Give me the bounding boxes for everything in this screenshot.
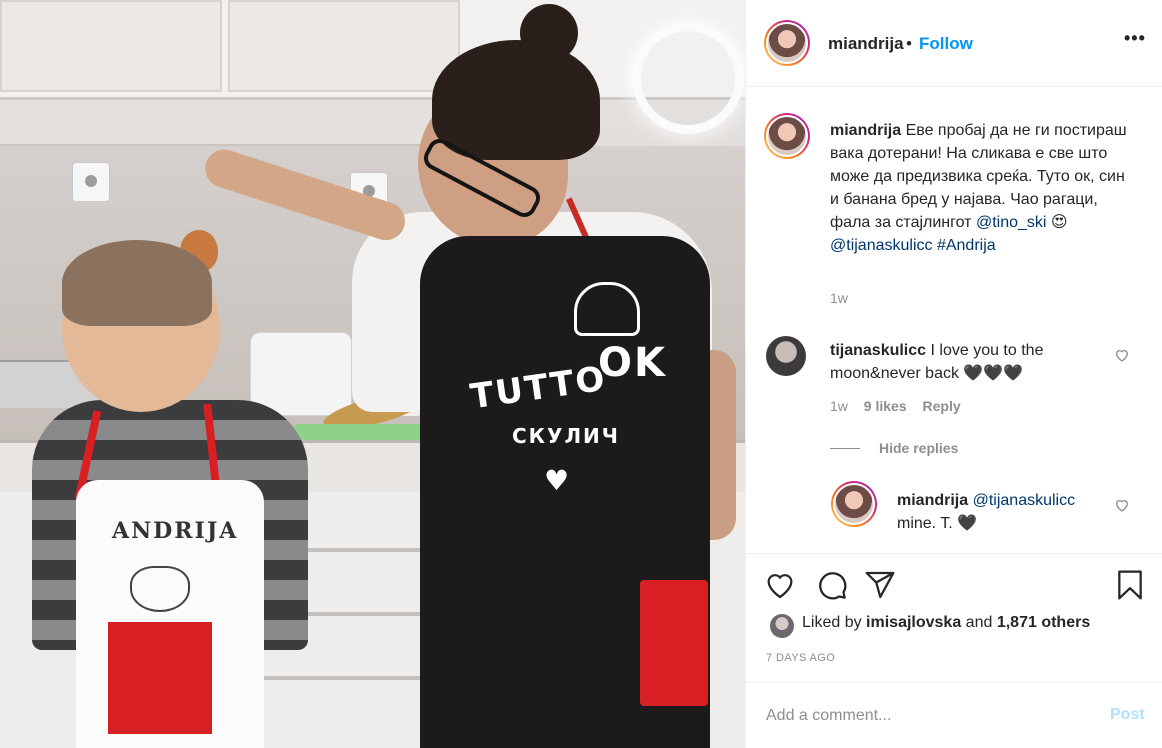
mention-link[interactable]: @tijanaskulicc [830, 237, 933, 254]
share-icon[interactable] [864, 569, 896, 601]
like-reply-icon[interactable] [1114, 497, 1130, 513]
reply: miandrija @tijanaskulicc mine. T. 🖤 [897, 489, 1117, 535]
post-timestamp[interactable]: 7 DAYS AGO [766, 652, 835, 664]
apron-pocket [640, 580, 708, 706]
caption-username[interactable]: miandrija [830, 122, 901, 139]
mention-link[interactable]: @tino_ski [976, 214, 1047, 231]
avatar[interactable] [766, 336, 806, 376]
apron-text: СКУЛИЧ [512, 424, 620, 448]
comment-input[interactable] [766, 703, 1086, 729]
mention-link[interactable]: @tijanaskulicc [973, 492, 1076, 509]
ring-light [632, 22, 744, 134]
likes-and: and [965, 614, 993, 631]
follow-button[interactable]: Follow [919, 34, 973, 54]
separator-dot: • [906, 34, 912, 53]
author-username[interactable]: miandrija [828, 34, 904, 54]
woman-hair [432, 40, 600, 160]
range-hood [0, 100, 430, 146]
comment: tijanaskulicc I love you to the moon&nev… [830, 339, 1080, 385]
reply-text: mine. T. [897, 515, 953, 532]
bookmark-icon[interactable] [1114, 569, 1146, 601]
action-bar [746, 553, 1162, 617]
more-options-icon[interactable]: ••• [1124, 28, 1146, 49]
toaster [250, 332, 352, 416]
avatar[interactable] [764, 113, 810, 159]
chef-hat-icon [574, 282, 640, 336]
cabinet-door [0, 0, 222, 92]
likes-count[interactable]: 1,871 others [997, 614, 1090, 631]
comment-meta: 1w 9 likes Reply [830, 398, 961, 414]
avatar[interactable] [764, 20, 810, 66]
dog-icon [130, 566, 190, 612]
emoji: 😍 [1050, 214, 1068, 231]
kid-hair [62, 240, 212, 326]
like-icon[interactable] [764, 569, 796, 601]
post-header: miandrija • Follow ••• [746, 0, 1162, 87]
comment-username[interactable]: tijanaskulicc [830, 342, 926, 359]
apron-text: OK [598, 340, 667, 386]
wall-socket [72, 162, 110, 202]
comment-icon[interactable] [816, 569, 848, 601]
comment-likes[interactable]: 9 likes [864, 398, 907, 414]
drawer-line [240, 676, 450, 680]
heart-emoji: 🖤 [957, 515, 978, 532]
likes-prefix: Liked by [802, 614, 862, 631]
add-comment-bar: Post [746, 682, 1162, 748]
like-comment-icon[interactable] [1114, 347, 1130, 363]
hide-replies-button[interactable]: Hide replies [879, 440, 958, 456]
comment-age[interactable]: 1w [830, 398, 848, 414]
divider [830, 448, 860, 449]
post-sidebar: miandrija • Follow ••• miandrija Еве про… [745, 0, 1162, 748]
reply-username[interactable]: miandrija [897, 492, 968, 509]
post-photo[interactable]: TUTTO OK СКУЛИЧ ♥ ANDRIJA [0, 0, 745, 748]
reply-button[interactable]: Reply [923, 398, 961, 414]
caption-age[interactable]: 1w [830, 290, 848, 306]
apron-pocket [108, 622, 212, 734]
post-button[interactable]: Post [1110, 706, 1145, 724]
liker-username[interactable]: imisajlovska [866, 614, 961, 631]
caption: miandrija Еве пробај да не ги постираш в… [830, 119, 1130, 257]
cabinet-door [228, 0, 460, 92]
hashtag-link[interactable]: #Andrija [937, 237, 996, 254]
heart-icon: ♥ [544, 464, 572, 497]
avatar[interactable] [770, 614, 794, 638]
kid-apron-text: ANDRIJA [112, 518, 239, 544]
avatar[interactable] [831, 481, 877, 527]
likes-summary: Liked by imisajlovska and 1,871 others [766, 614, 1090, 640]
heart-emoji: 🖤🖤🖤 [963, 365, 1024, 382]
